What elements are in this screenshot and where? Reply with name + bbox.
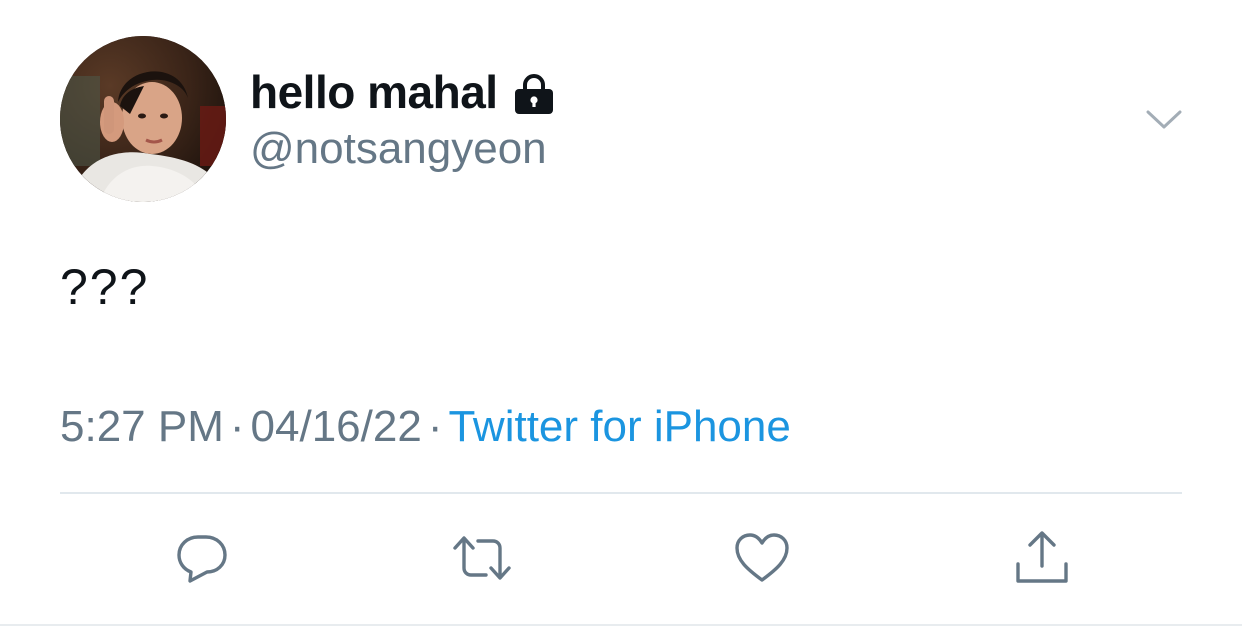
reply-icon [174, 530, 230, 591]
retweet-button[interactable] [452, 530, 512, 590]
tweet-detail: hello mahal @notsangyeon ??? 5:27 PM · 04/… [0, 0, 1242, 626]
display-name-row: hello mahal [250, 62, 556, 122]
avatar[interactable] [60, 36, 226, 202]
user-handle[interactable]: @notsangyeon [250, 124, 547, 174]
meta-separator: · [427, 402, 443, 451]
tweet-meta: 5:27 PM · 04/16/22 · Twitter for iPhone [60, 402, 791, 452]
reply-button[interactable] [172, 530, 232, 590]
retweet-icon [452, 530, 512, 591]
like-button[interactable] [732, 530, 792, 590]
avatar-image [60, 36, 226, 202]
tweet-text: ??? [60, 259, 150, 315]
chevron-down-icon[interactable] [1144, 100, 1184, 140]
display-name[interactable]: hello mahal [250, 65, 498, 119]
heart-icon [733, 530, 791, 591]
tweet-source-link[interactable]: Twitter for iPhone [448, 402, 790, 451]
tweet-date: 04/16/22 [250, 402, 422, 451]
lock-icon [512, 72, 556, 116]
tweet-time: 5:27 PM [60, 402, 224, 451]
meta-separator: · [229, 402, 245, 451]
share-button[interactable] [1012, 530, 1072, 590]
action-bar [0, 530, 1242, 590]
divider [60, 492, 1182, 494]
share-icon [1012, 528, 1072, 593]
